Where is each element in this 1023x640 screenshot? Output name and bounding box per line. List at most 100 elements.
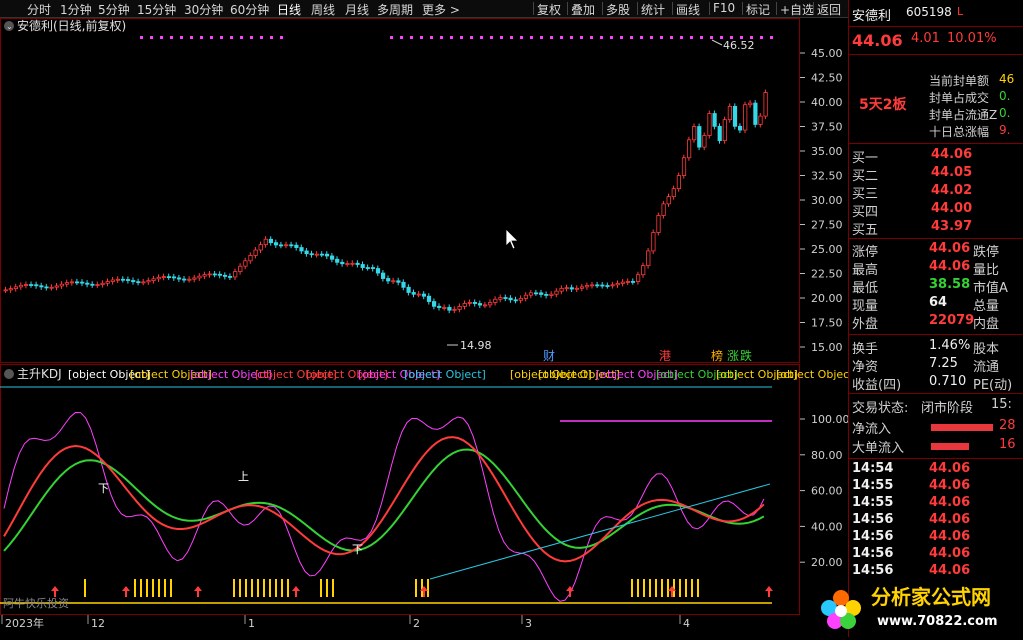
candle-body <box>636 274 641 283</box>
price-tick-label: 45.00 <box>811 47 843 60</box>
bid-price: 44.05 <box>931 165 973 180</box>
date-label: 12 <box>91 617 105 630</box>
tick-price: 44.06 <box>929 512 971 527</box>
candle-body <box>447 307 452 311</box>
candle-body <box>401 281 406 288</box>
toolbar-item-1[interactable]: 1分钟 <box>60 1 92 18</box>
toolbar-item-4[interactable]: 30分钟 <box>184 1 223 18</box>
candle-body <box>687 139 692 159</box>
candle-body <box>585 285 590 288</box>
seal-value: 9. <box>999 123 1011 137</box>
toolbar-action-8[interactable]: 返回 <box>817 1 841 18</box>
event-tag-rise[interactable]: 涨 <box>727 348 739 363</box>
candle-body <box>263 238 268 246</box>
seal-value: 46 <box>999 72 1015 86</box>
toolbar-item-10[interactable]: 更多 > <box>422 1 460 18</box>
signal-dot <box>650 36 653 39</box>
bid-row: 买二 44.05 <box>849 165 1023 184</box>
candle-body <box>712 113 717 127</box>
candle-body <box>666 196 671 205</box>
signal-dot <box>720 36 723 39</box>
toolbar-action-3[interactable]: 统计 <box>641 1 665 18</box>
trend-line <box>429 483 771 580</box>
bid-label: 买四 <box>852 205 879 220</box>
bottom-bar <box>679 579 681 597</box>
stat2-label: 净资 <box>852 360 879 375</box>
candle-body <box>467 302 472 304</box>
toolbar-action-1[interactable]: 叠加 <box>571 1 595 18</box>
signal-dot <box>420 36 423 39</box>
event-tag-finance[interactable]: 财 <box>543 349 555 363</box>
main-chart-frame <box>0 18 800 363</box>
kdj-d-line <box>3 448 765 552</box>
candle-body <box>350 262 355 265</box>
candle-body <box>335 258 340 263</box>
toolbar-action-2[interactable]: 多股 <box>606 1 630 18</box>
toolbar-item-9[interactable]: 多周期 <box>377 1 413 18</box>
indicator-menu-icon[interactable] <box>4 369 14 379</box>
toolbar-action-6[interactable]: 标记 <box>746 1 770 18</box>
bid-label: 买五 <box>852 223 879 238</box>
candle-body <box>722 119 727 142</box>
toolbar-action-0[interactable]: 复权 <box>537 1 561 18</box>
last-price: 44.06 <box>852 31 903 50</box>
toolbar-item-6[interactable]: 日线 <box>277 1 301 18</box>
toolbar-item-7[interactable]: 周线 <box>311 1 335 18</box>
signal-dot <box>510 36 513 39</box>
toolbar-item-0[interactable]: 分时 <box>27 1 51 18</box>
candle-body <box>304 250 309 255</box>
candle-body <box>75 281 80 284</box>
ind-tick-label: 100.00 <box>811 413 848 426</box>
toolbar-item-5[interactable]: 60分钟 <box>230 1 269 18</box>
candle-body <box>294 244 299 248</box>
toolbar-action-7[interactable]: +自选 <box>780 1 814 18</box>
toolbar-action-4[interactable]: 画线 <box>676 1 700 18</box>
signal-dot <box>160 36 163 39</box>
bid-row: 买五 43.97 <box>849 219 1023 238</box>
candle-body <box>498 297 503 300</box>
toolbar-item-8[interactable]: 月线 <box>345 1 369 18</box>
toolbar-separator <box>742 2 743 15</box>
panel-divider <box>849 334 1023 335</box>
candle-body <box>355 262 360 265</box>
toolbar-action-5[interactable]: F10 <box>713 1 735 15</box>
date-label: 1 <box>248 617 255 630</box>
candle-body <box>278 244 284 247</box>
bid-row: 买一 44.06 <box>849 147 1023 166</box>
chart-area[interactable]: 45.00 42.50 40.00 37.50 35.00 32.50 30.00 27.50… <box>0 18 848 632</box>
signal-dot <box>530 36 533 39</box>
bottom-bar <box>637 579 639 597</box>
toolbar-item-3[interactable]: 15分钟 <box>137 1 176 18</box>
stat-label-right: 量比 <box>973 263 1000 278</box>
event-tag-list[interactable]: 榜 <box>711 348 723 363</box>
candle-body <box>431 301 437 307</box>
candle-body <box>518 297 523 301</box>
signal-dot <box>560 36 563 39</box>
price-tick-label: 15.00 <box>811 341 843 354</box>
candle-body <box>176 277 182 280</box>
bottom-bar <box>245 579 247 597</box>
buy-arrow-icon <box>51 586 59 597</box>
ind-tick-label: 80.00 <box>811 449 843 462</box>
bottom-bar <box>134 579 136 597</box>
panel-divider <box>849 458 1023 459</box>
event-tag-hk[interactable]: 港 <box>659 349 671 363</box>
bottom-bar <box>239 579 241 597</box>
candle-body <box>54 285 59 288</box>
kdj-j-line <box>3 412 765 602</box>
flower-icon <box>821 590 861 629</box>
toolbar-item-2[interactable]: 5分钟 <box>98 1 130 18</box>
tick-price: 44.06 <box>929 461 971 476</box>
candle-body <box>100 282 105 285</box>
candle-body <box>8 288 13 291</box>
bottom-bar <box>643 579 645 597</box>
bid-label: 买一 <box>852 151 879 166</box>
bottom-bar <box>84 579 86 597</box>
candle-body <box>258 244 263 251</box>
event-tag-fall[interactable]: 跌 <box>740 348 752 363</box>
date-label: 2023年 <box>5 616 44 630</box>
stock-title: 安德利 605198 L <box>849 5 1023 24</box>
tick-row: 14:55 44.06 <box>849 495 1023 513</box>
bid-price: 44.02 <box>931 183 973 198</box>
bottom-bar <box>140 579 142 597</box>
